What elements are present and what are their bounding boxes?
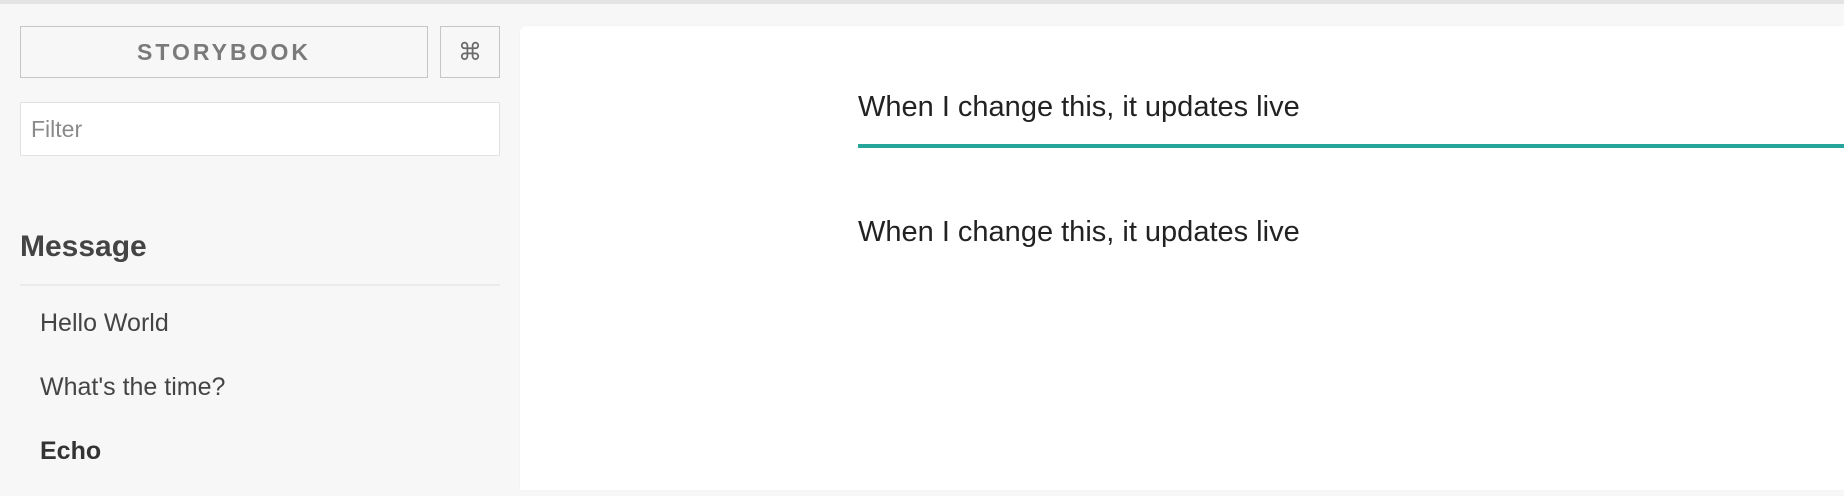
echo-input[interactable] (858, 70, 1844, 148)
keyboard-shortcuts-button[interactable]: ⌘ (440, 26, 500, 78)
story-list: Hello World What's the time? Echo (40, 304, 225, 496)
command-key-icon: ⌘ (458, 38, 482, 66)
filter-input[interactable] (20, 102, 500, 156)
story-item-echo[interactable]: Echo (40, 432, 225, 496)
echo-output-text: When I change this, it updates live (858, 216, 1300, 248)
story-kind-title: Message (20, 230, 147, 263)
storybook-title-button[interactable]: STORYBOOK (20, 26, 428, 78)
kind-divider (20, 284, 500, 286)
story-item-whats-the-time[interactable]: What's the time? (40, 368, 225, 432)
sidebar: STORYBOOK ⌘ Message Hello World What's t… (0, 4, 520, 490)
story-item-hello-world[interactable]: Hello World (40, 304, 225, 368)
